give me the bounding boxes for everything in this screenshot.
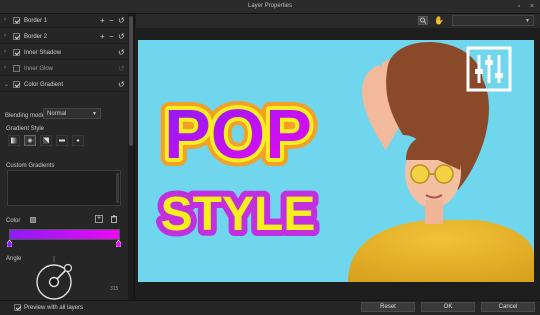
angle-value[interactable]: 315: [110, 286, 118, 292]
add-icon[interactable]: +: [100, 16, 105, 25]
reset-button[interactable]: Reset: [361, 302, 415, 312]
preview-canvas[interactable]: POP POP POP STYLE STYLE: [138, 40, 534, 282]
effect-checkbox[interactable]: [13, 65, 20, 72]
chevron-right-icon[interactable]: ›: [4, 65, 6, 71]
effect-row-border-2[interactable]: › Border 2 + − ↺: [0, 30, 127, 44]
remove-icon[interactable]: −: [109, 16, 114, 25]
effect-label: Color Gradient: [24, 82, 64, 88]
color-label: Color: [6, 218, 21, 224]
dropdown-arrow-icon: ▼: [525, 18, 530, 24]
hand-icon[interactable]: ✋: [434, 16, 444, 25]
gradient-stop-end[interactable]: [115, 239, 122, 248]
chevron-right-icon[interactable]: ›: [4, 33, 6, 39]
window-title: Layer Properties: [247, 3, 293, 9]
ok-button[interactable]: OK: [421, 302, 475, 312]
effect-row-color-gradient[interactable]: ⌄ Color Gradient ↺: [0, 78, 127, 92]
chevron-right-icon[interactable]: ›: [4, 49, 6, 55]
effect-label: Inner Shadow: [24, 50, 62, 56]
effects-panel: › Border 1 + − ↺ › Border 2 + − ↺ › Inne…: [0, 14, 135, 300]
gradient-style-radial-button[interactable]: [24, 135, 36, 146]
angle-dial[interactable]: [34, 252, 74, 300]
add-stop-icon[interactable]: +: [95, 215, 103, 223]
color-swatch[interactable]: [30, 217, 36, 223]
style-title: STYLE: [161, 188, 316, 241]
reset-icon[interactable]: ↺: [118, 16, 125, 25]
blend-mode-select[interactable]: Normal ▼: [43, 108, 101, 119]
reset-icon[interactable]: ↺: [118, 48, 125, 57]
zoom-select[interactable]: ▼: [452, 15, 534, 26]
gradient-style-diamond-button[interactable]: [72, 135, 84, 146]
effect-label: Inner Glow: [24, 66, 54, 72]
effect-checkbox[interactable]: [13, 81, 20, 88]
reset-icon[interactable]: ↺: [118, 32, 125, 41]
chevron-right-icon[interactable]: ›: [4, 17, 6, 23]
effect-checkbox[interactable]: [13, 49, 20, 56]
effect-row-inner-glow[interactable]: › Inner Glow ↺: [0, 62, 127, 76]
effects-scrollbar[interactable]: [128, 14, 134, 300]
effect-row-inner-shadow[interactable]: › Inner Shadow ↺: [0, 46, 127, 60]
dropdown-arrow-icon: ▼: [92, 111, 97, 117]
restore-icon[interactable]: ▫: [515, 3, 523, 11]
gradient-style-reflected-button[interactable]: [56, 135, 68, 146]
remove-icon[interactable]: −: [109, 32, 114, 41]
effect-label: Border 1: [24, 18, 48, 24]
title-bar: Layer Properties ▫ ×: [0, 0, 540, 14]
trash-icon[interactable]: [110, 215, 118, 223]
list-scrollbar[interactable]: [116, 173, 119, 203]
zoom-search-icon[interactable]: [418, 16, 428, 25]
effect-row-border-1[interactable]: › Border 1 + − ↺: [0, 14, 127, 28]
pop-style-text-overlay: POP POP POP STYLE STYLE: [155, 87, 322, 247]
effect-checkbox[interactable]: [13, 17, 20, 24]
gradient-stop-start[interactable]: [6, 239, 13, 248]
blend-mode-value: Normal: [47, 111, 67, 117]
preview-all-layers-checkbox[interactable]: [14, 304, 21, 311]
cancel-button[interactable]: Cancel: [481, 302, 535, 312]
blend-mode-label: Blending mode: [5, 113, 46, 119]
effect-label: Border 2: [24, 34, 48, 40]
add-icon[interactable]: +: [100, 32, 105, 41]
preview-all-layers-label: Preview with all layers: [24, 305, 84, 311]
pop-title: POP: [164, 95, 312, 173]
custom-gradients-label: Custom Gradients: [6, 163, 55, 169]
reset-icon[interactable]: ↺: [118, 80, 125, 89]
reset-icon[interactable]: ↺: [118, 64, 125, 73]
scrollbar-thumb[interactable]: [129, 16, 133, 146]
close-icon[interactable]: ×: [528, 3, 536, 11]
angle-label: Angle: [6, 256, 22, 262]
gradient-style-angle-button[interactable]: [40, 135, 52, 146]
gradient-style-linear-button[interactable]: [8, 135, 20, 146]
effect-checkbox[interactable]: [13, 33, 20, 40]
gradient-bar[interactable]: [9, 229, 120, 240]
custom-gradients-list[interactable]: [7, 170, 121, 206]
chevron-down-icon[interactable]: ⌄: [4, 81, 9, 88]
gradient-style-label: Gradient Style: [6, 126, 45, 132]
